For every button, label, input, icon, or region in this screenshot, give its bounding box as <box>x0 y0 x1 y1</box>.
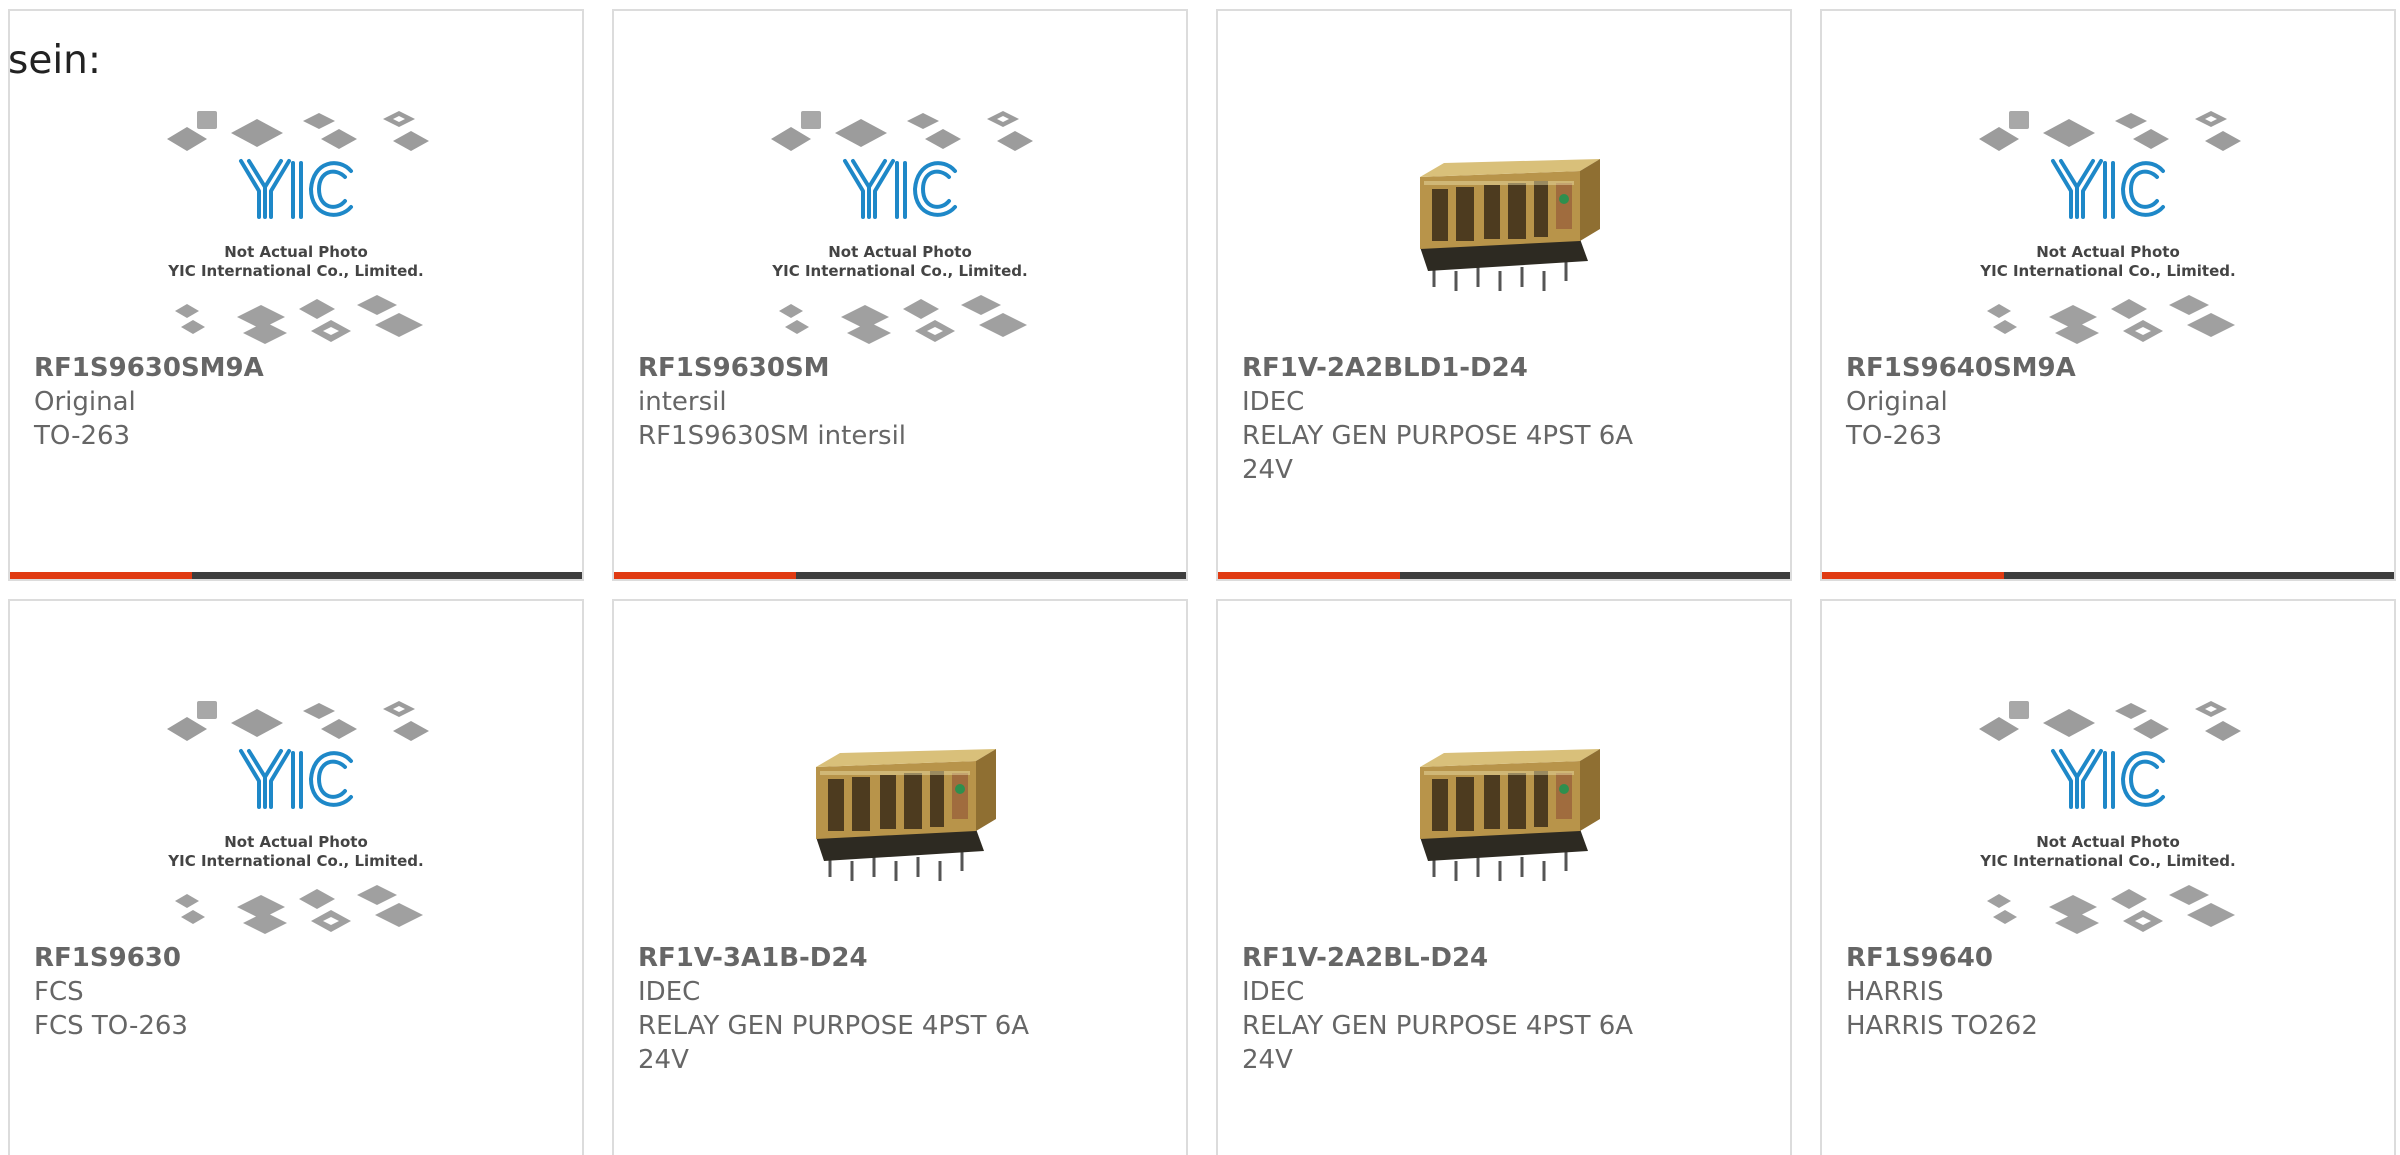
card-bottom-bar <box>1218 572 1790 579</box>
description-label: RF1S9630SM intersil <box>638 421 907 451</box>
placeholder-product-image[interactable]: Not Actual Photo YIC International Co., … <box>614 99 1186 349</box>
manufacturer-label: IDEC <box>638 977 701 1007</box>
product-card[interactable]: RF1V-2A2BLD1-D24 IDEC RELAY GEN PURPOSE … <box>1216 9 1792 581</box>
manufacturer-label: intersil <box>638 387 727 417</box>
product-info: RF1S9630 FCS FCS TO-263 <box>34 941 558 1043</box>
card-accent-bar <box>1822 572 2004 579</box>
product-card[interactable]: Not Actual Photo YIC International Co., … <box>8 9 584 581</box>
description-label: TO-263 <box>1846 421 1943 451</box>
relay-product-photo[interactable] <box>1218 99 1790 349</box>
card-accent-bar <box>614 572 796 579</box>
card-bottom-bar <box>614 572 1186 579</box>
description-label: FCS TO-263 <box>34 1011 188 1041</box>
svg-text:Not Actual Photo: Not Actual Photo <box>828 243 972 261</box>
manufacturer-label: IDEC <box>1242 977 1305 1007</box>
card-accent-bar <box>10 572 192 579</box>
product-card[interactable]: Not Actual Photo YIC International Co., … <box>1820 599 2396 1155</box>
part-number-link[interactable]: RF1V-3A1B-D24 <box>638 941 1162 975</box>
description-label: RELAY GEN PURPOSE 4PST 6A 24V <box>1242 1011 1634 1075</box>
placeholder-product-image[interactable]: Not Actual Photo YIC International Co., … <box>1822 99 2394 349</box>
product-grid-page: sein: Not Actual Photo YIC International… <box>0 0 2400 1155</box>
part-number-link[interactable]: RF1S9640 <box>1846 941 2370 975</box>
description-label: RELAY GEN PURPOSE 4PST 6A 24V <box>638 1011 1030 1075</box>
part-number-link[interactable]: RF1S9640SM9A <box>1846 351 2370 385</box>
svg-text:YIC International Co., Limited: YIC International Co., Limited. <box>167 852 423 870</box>
product-info: RF1V-2A2BL-D24 IDEC RELAY GEN PURPOSE 4P… <box>1242 941 1766 1077</box>
part-number-link[interactable]: RF1S9630SM <box>638 351 1162 385</box>
placeholder-product-image[interactable]: Not Actual Photo YIC International Co., … <box>10 99 582 349</box>
manufacturer-label: Original <box>1846 387 1948 417</box>
product-info: RF1V-2A2BLD1-D24 IDEC RELAY GEN PURPOSE … <box>1242 351 1766 487</box>
svg-text:YIC International Co., Limited: YIC International Co., Limited. <box>1979 852 2235 870</box>
part-number-link[interactable]: RF1V-2A2BL-D24 <box>1242 941 1766 975</box>
card-bottom-bar <box>10 572 582 579</box>
svg-text:YIC International Co., Limited: YIC International Co., Limited. <box>771 262 1027 280</box>
manufacturer-label: IDEC <box>1242 387 1305 417</box>
product-info: RF1V-3A1B-D24 IDEC RELAY GEN PURPOSE 4PS… <box>638 941 1162 1077</box>
svg-text:Not Actual Photo: Not Actual Photo <box>2036 833 2180 851</box>
relay-product-photo[interactable] <box>614 689 1186 939</box>
product-info: RF1S9630SM intersil RF1S9630SM intersil <box>638 351 1162 453</box>
placeholder-product-image[interactable]: Not Actual Photo YIC International Co., … <box>10 689 582 939</box>
part-number-link[interactable]: RF1S9630 <box>34 941 558 975</box>
product-card[interactable]: RF1V-3A1B-D24 IDEC RELAY GEN PURPOSE 4PS… <box>612 599 1188 1155</box>
part-number-link[interactable]: RF1S9630SM9A <box>34 351 558 385</box>
svg-text:YIC International Co., Limited: YIC International Co., Limited. <box>1979 262 2235 280</box>
svg-text:Not Actual Photo: Not Actual Photo <box>224 833 368 851</box>
product-card[interactable]: Not Actual Photo YIC International Co., … <box>612 9 1188 581</box>
description-label: HARRIS TO262 <box>1846 1011 2038 1041</box>
manufacturer-label: HARRIS <box>1846 977 1944 1007</box>
product-info: RF1S9640 HARRIS HARRIS TO262 <box>1846 941 2370 1043</box>
manufacturer-label: Original <box>34 387 136 417</box>
part-number-link[interactable]: RF1V-2A2BLD1-D24 <box>1242 351 1766 385</box>
leading-text: sein: <box>8 38 102 83</box>
product-card[interactable]: RF1V-2A2BL-D24 IDEC RELAY GEN PURPOSE 4P… <box>1216 599 1792 1155</box>
product-card[interactable]: Not Actual Photo YIC International Co., … <box>1820 9 2396 581</box>
description-label: RELAY GEN PURPOSE 4PST 6A 24V <box>1242 421 1634 485</box>
manufacturer-label: FCS <box>34 977 84 1007</box>
product-info: RF1S9640SM9A Original TO-263 <box>1846 351 2370 453</box>
card-accent-bar <box>1218 572 1400 579</box>
placeholder-product-image[interactable]: Not Actual Photo YIC International Co., … <box>1822 689 2394 939</box>
product-info: RF1S9630SM9A Original TO-263 <box>34 351 558 453</box>
relay-product-photo[interactable] <box>1218 689 1790 939</box>
card-bottom-bar <box>1822 572 2394 579</box>
description-label: TO-263 <box>34 421 131 451</box>
svg-text:YIC International Co., Limited: YIC International Co., Limited. <box>167 262 423 280</box>
product-card[interactable]: Not Actual Photo YIC International Co., … <box>8 599 584 1155</box>
svg-text:Not Actual Photo: Not Actual Photo <box>2036 243 2180 261</box>
svg-text:Not Actual Photo: Not Actual Photo <box>224 243 368 261</box>
